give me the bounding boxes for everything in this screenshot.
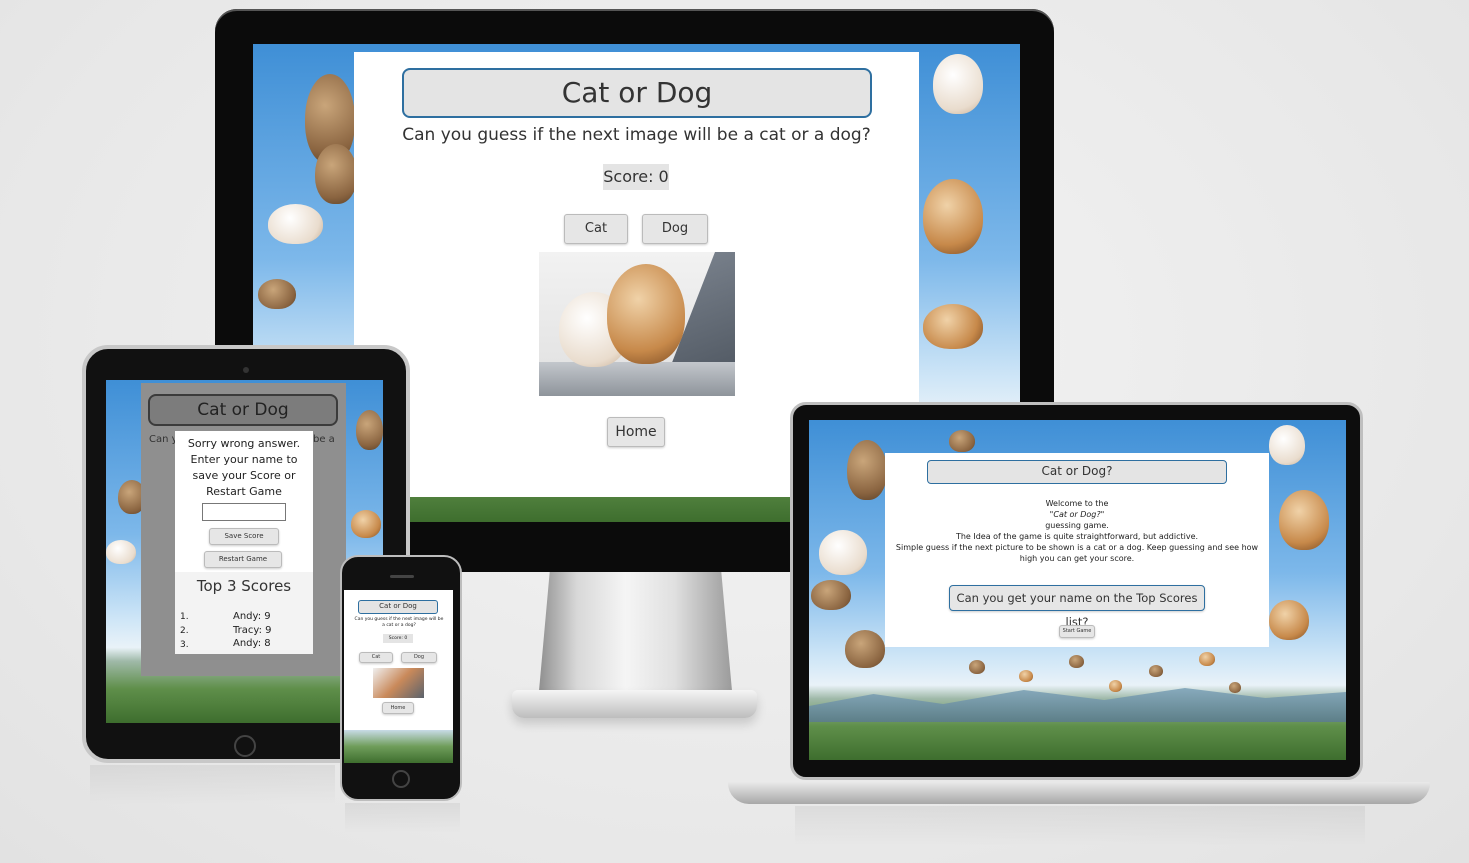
page-title: Cat or Dog? (927, 460, 1227, 484)
top-scores-panel: Top 3 Scores 1. Andy: 9 2. Tracy: 9 3. A… (175, 572, 313, 654)
cat-image (1269, 425, 1305, 465)
welcome-line: "Cat or Dog?" (1049, 510, 1105, 519)
subtitle-fragment: be a (313, 434, 335, 445)
dog-image (1269, 600, 1309, 640)
welcome-line: Welcome to the (1045, 499, 1109, 508)
cat-image (315, 144, 357, 204)
dog-image (1279, 490, 1329, 550)
cat-image (1229, 682, 1241, 693)
home-button[interactable]: Home (607, 417, 665, 447)
score-display: Score: 0 (603, 164, 669, 190)
home-button[interactable]: Home (382, 702, 414, 714)
dog-image (1199, 652, 1215, 666)
subtitle: Can you guess if the next image will be … (354, 617, 444, 628)
score-rank: 2. (180, 626, 189, 636)
subtitle: Can you guess if the next image will be … (402, 125, 871, 145)
tablet-camera (243, 367, 249, 373)
top-scores-cta-button[interactable]: Can you get your name on the Top Scores … (949, 585, 1205, 629)
puppy-image (607, 264, 685, 364)
welcome-line: The Idea of the game is quite straightfo… (955, 532, 1199, 541)
phone-page: Cat or Dog Can you guess if the next ima… (344, 590, 453, 730)
phone-home-button (392, 770, 410, 788)
reflection (345, 803, 460, 833)
cat-image (847, 440, 887, 500)
phone-background (344, 730, 453, 763)
score-display: Score: 0 (383, 634, 413, 643)
modal-message: Sorry wrong answer. Enter your name to s… (187, 437, 301, 498)
score-entry: Tracy: 9 (233, 625, 272, 636)
cat-image (933, 54, 983, 114)
imac-base (512, 690, 757, 718)
score-rank: 3. (180, 640, 189, 650)
dog-image (1019, 670, 1033, 682)
cat-image (969, 660, 985, 674)
cat-image (356, 410, 383, 450)
cat-image (1069, 655, 1084, 668)
cat-dog-image (373, 668, 424, 698)
page-title: Cat or Dog (358, 600, 438, 614)
mountains-image (809, 688, 1346, 722)
cat-image (106, 540, 136, 564)
dog-image (923, 179, 983, 254)
cat-dog-image (539, 252, 735, 396)
dog-button[interactable]: Dog (642, 214, 708, 244)
cat-image (1149, 665, 1163, 677)
dog-button[interactable]: Dog (401, 652, 437, 663)
welcome-line: guessing game. (1045, 521, 1109, 530)
dog-image (1109, 680, 1122, 692)
tablet-home-button (234, 735, 256, 757)
cat-button[interactable]: Cat (359, 652, 393, 663)
imac-stand (538, 572, 733, 702)
page-title: Cat or Dog (148, 394, 338, 426)
cat-image (811, 580, 851, 610)
cat-button[interactable]: Cat (564, 214, 628, 244)
score-rank: 1. (180, 612, 189, 622)
name-input[interactable] (202, 503, 286, 521)
start-game-button[interactable]: Start Game (1059, 625, 1095, 638)
cat-image (845, 630, 885, 668)
reflection (90, 765, 335, 805)
laptop-keyboard-image (539, 362, 735, 396)
phone-screen: Cat or Dog Can you guess if the next ima… (344, 590, 453, 763)
restart-game-button[interactable]: Restart Game (204, 551, 282, 568)
score-entry: Andy: 9 (233, 611, 271, 622)
phone-speaker (390, 575, 414, 578)
cat-image (258, 279, 296, 309)
dog-image (351, 510, 381, 538)
score-entry: Andy: 8 (233, 638, 271, 649)
page-title: Cat or Dog (402, 68, 872, 118)
save-score-button[interactable]: Save Score (209, 528, 279, 545)
cat-image (949, 430, 975, 452)
welcome-line: Simple guess if the next picture to be s… (895, 543, 1259, 563)
subtitle-fragment: Can y (149, 434, 178, 445)
cat-image (819, 530, 867, 575)
laptop-screen: Cat or Dog? Welcome to the "Cat or Dog?"… (809, 420, 1346, 760)
mockup-stage: Cat or Dog Can you guess if the next ima… (0, 0, 1469, 863)
top-scores-title: Top 3 Scores (196, 577, 292, 595)
cat-image (268, 204, 323, 244)
dog-image (923, 304, 983, 349)
reflection (795, 806, 1365, 846)
laptop-base (728, 782, 1430, 804)
welcome-panel: Cat or Dog? Welcome to the "Cat or Dog?"… (885, 453, 1269, 647)
wrong-answer-modal: Sorry wrong answer. Enter your name to s… (175, 431, 313, 572)
